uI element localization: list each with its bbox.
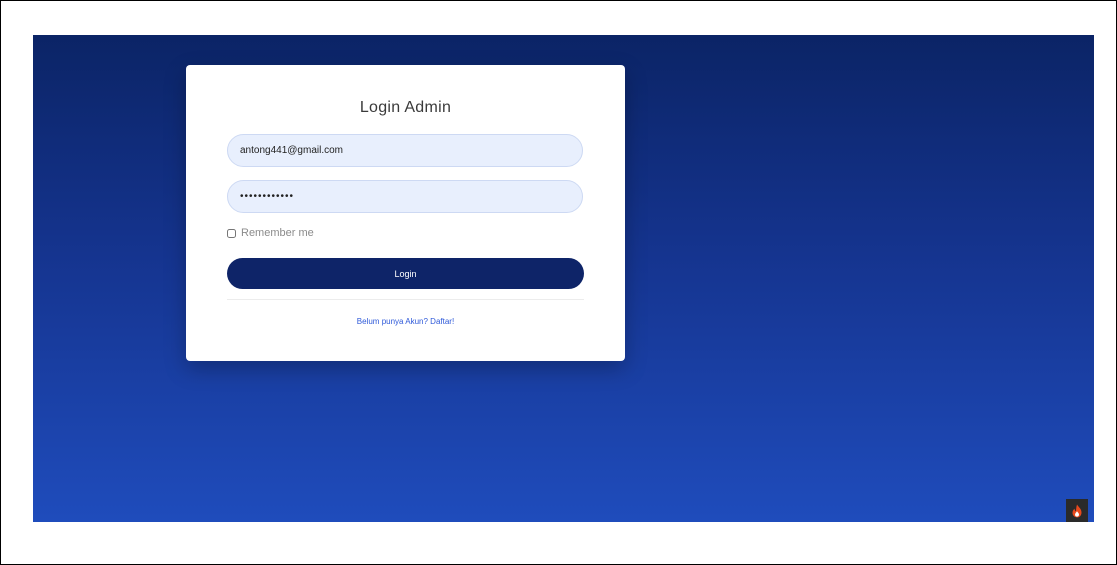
page-background: Login Admin Remember me Login Belum puny… bbox=[33, 35, 1094, 522]
email-field[interactable] bbox=[227, 134, 583, 167]
login-button[interactable]: Login bbox=[227, 258, 584, 289]
screenshot-frame: Login Admin Remember me Login Belum puny… bbox=[0, 0, 1117, 565]
remember-me-label: Remember me bbox=[241, 227, 314, 239]
divider bbox=[227, 299, 584, 300]
remember-me-checkbox[interactable] bbox=[227, 228, 236, 238]
register-link[interactable]: Belum punya Akun? Daftar! bbox=[186, 317, 625, 326]
codeigniter-flame-icon[interactable] bbox=[1066, 499, 1088, 522]
password-field[interactable] bbox=[227, 180, 583, 213]
remember-me[interactable]: Remember me bbox=[227, 227, 314, 239]
flame-icon bbox=[1072, 504, 1082, 517]
login-title: Login Admin bbox=[359, 99, 452, 116]
login-card: Login Admin Remember me Login Belum puny… bbox=[186, 65, 625, 361]
